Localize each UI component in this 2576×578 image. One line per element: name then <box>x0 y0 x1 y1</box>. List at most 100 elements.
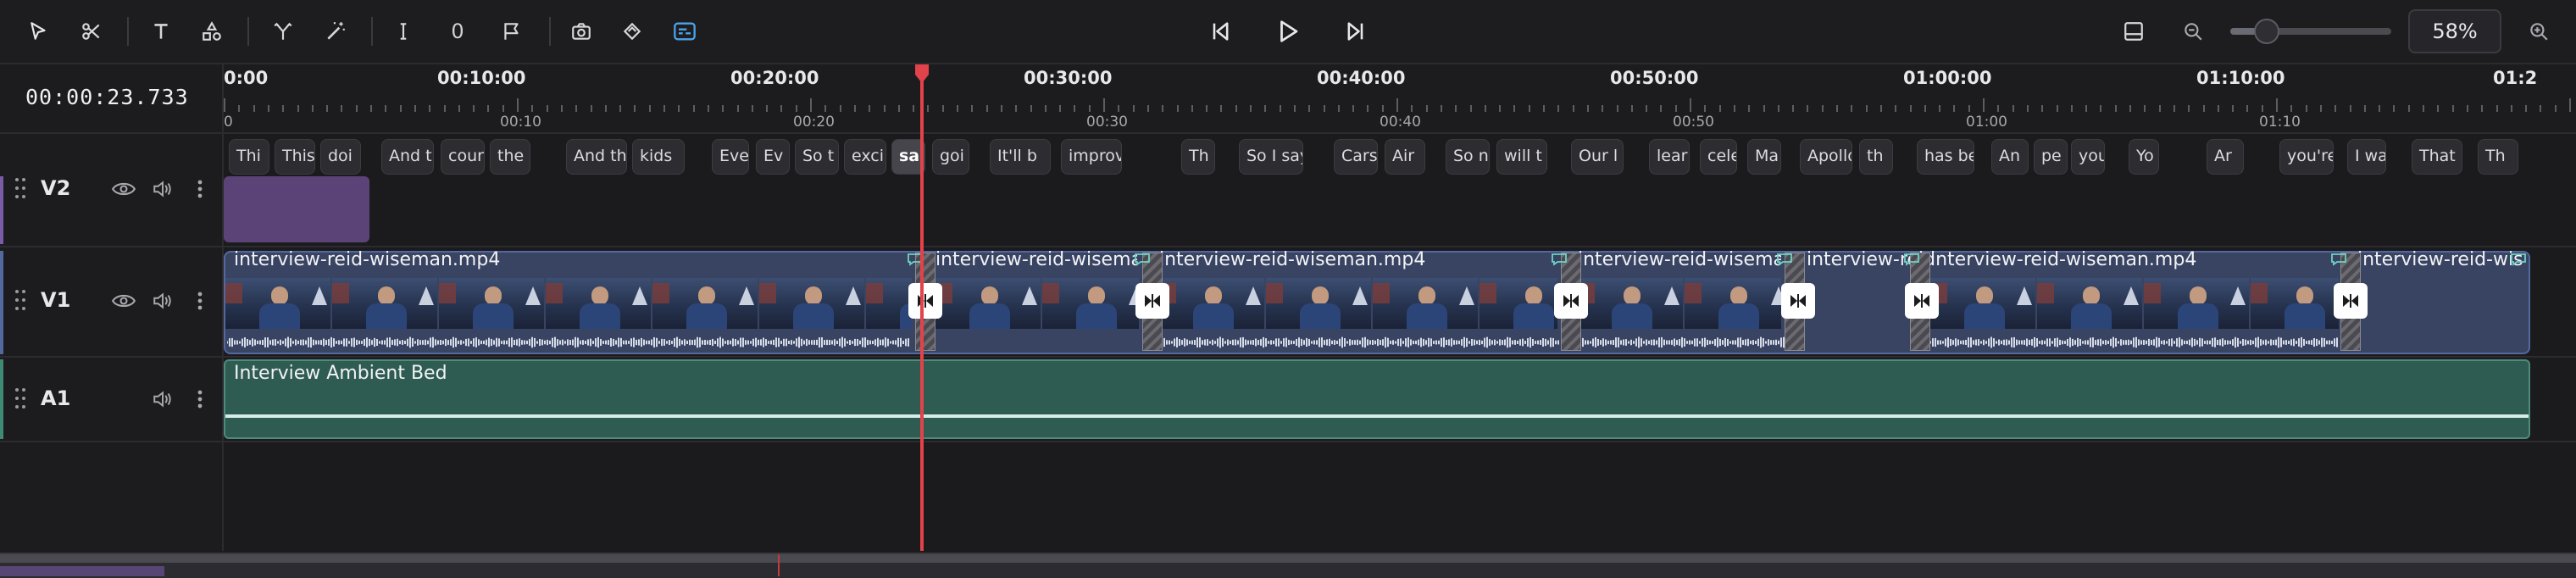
camera-icon[interactable] <box>564 14 598 48</box>
scissors-icon[interactable] <box>75 14 108 48</box>
caption-chip[interactable]: So I say <box>1239 139 1303 175</box>
v2-volume-icon[interactable] <box>149 176 176 202</box>
caption-chip[interactable]: Eve <box>712 139 749 175</box>
video-thumbnail <box>1373 278 1478 329</box>
caption-chip[interactable]: And th <box>566 139 627 175</box>
caption-chip[interactable]: the <box>490 139 530 175</box>
v2-visibility-eye-icon[interactable] <box>110 176 137 202</box>
caption-chip[interactable]: So t <box>795 139 839 175</box>
caption-chip[interactable]: Our l <box>1571 139 1624 175</box>
caption-chip[interactable]: So n <box>1446 139 1490 175</box>
caption-chip[interactable]: Ev <box>756 139 790 175</box>
ruler-tick <box>1630 105 1633 112</box>
video-thumbnail <box>759 278 864 329</box>
caption-chip[interactable]: th <box>1859 139 1893 175</box>
caption-chip[interactable]: doi <box>320 139 361 175</box>
caption-chip[interactable]: kids <box>632 139 685 175</box>
caption-chip[interactable]: Thi <box>229 139 269 175</box>
caption-chip[interactable]: This <box>275 139 315 175</box>
caption-chip[interactable]: exci <box>844 139 886 175</box>
v1-volume-icon[interactable] <box>149 288 176 314</box>
caption-chip[interactable]: Ar <box>2207 139 2244 175</box>
transition-bowtie-icon[interactable] <box>1135 283 1169 319</box>
ruler-tick <box>1484 105 1486 112</box>
caption-chip[interactable]: you're <box>2279 139 2334 175</box>
caption-chip[interactable]: That <box>2412 139 2462 175</box>
captions-icon[interactable] <box>668 14 702 48</box>
ruler-tick <box>824 105 827 112</box>
transition-bowtie-icon[interactable] <box>2334 283 2368 319</box>
ruler-tick <box>780 105 783 112</box>
caption-chip[interactable]: lear <box>1649 139 1690 175</box>
v2-drag-handle-icon[interactable] <box>15 178 27 200</box>
transition-bowtie-icon[interactable] <box>1781 283 1815 319</box>
v2-more-icon[interactable] <box>192 176 208 202</box>
zoom-slider-thumb[interactable] <box>2254 19 2279 44</box>
v1-audio-waveform <box>227 336 909 348</box>
transition-bowtie-icon[interactable] <box>1905 283 1939 319</box>
caption-chip[interactable]: cour <box>441 139 485 175</box>
text-cursor-icon[interactable] <box>386 14 420 48</box>
toolbar-divider <box>247 17 249 46</box>
caption-chip[interactable]: Cars <box>1334 139 1378 175</box>
v1-more-icon[interactable] <box>192 288 208 314</box>
split-branch-icon[interactable] <box>266 14 300 48</box>
caption-chip[interactable]: And t <box>381 139 434 175</box>
caption-chip[interactable]: I wa <box>2347 139 2386 175</box>
zoom-out-icon[interactable] <box>2176 14 2210 48</box>
caption-chip[interactable]: goi <box>932 139 969 175</box>
a1-volume-icon[interactable] <box>149 386 176 412</box>
transition-bowtie-icon[interactable] <box>908 283 942 319</box>
row-divider <box>0 246 2576 247</box>
caption-chip[interactable]: cele <box>1700 139 1737 175</box>
magic-wand-icon[interactable] <box>319 14 353 48</box>
caption-chip[interactable]: has be <box>1917 139 1974 175</box>
text-tool-icon[interactable] <box>144 14 178 48</box>
layout-panel-icon[interactable] <box>2117 14 2151 48</box>
caption-chip[interactable]: pe <box>2034 139 2068 175</box>
ruler-tick <box>692 105 695 112</box>
caption-chip[interactable]: Ma <box>1747 139 1781 175</box>
zoom-in-icon[interactable] <box>2522 14 2556 48</box>
ruler-tick <box>619 105 622 112</box>
caption-chip[interactable]: It'll b <box>990 139 1051 175</box>
play-icon[interactable] <box>1271 14 1305 48</box>
select-arrow-icon[interactable] <box>22 14 56 48</box>
caption-chip[interactable]: An <box>1991 139 2029 175</box>
video-thumbnail <box>935 278 1041 329</box>
ruler-tick <box>1660 105 1663 112</box>
scrollbar-thumb[interactable] <box>0 566 164 576</box>
v1-drag-handle-icon[interactable] <box>15 290 27 312</box>
skip-forward-icon[interactable] <box>1339 14 1373 48</box>
transition-bowtie-icon[interactable] <box>1554 283 1588 319</box>
playhead-line[interactable] <box>920 68 924 551</box>
shapes-icon[interactable] <box>195 14 229 48</box>
ruler-tick <box>1191 105 1193 112</box>
caption-chip[interactable]: Th <box>1181 139 1215 175</box>
v1-visibility-eye-icon[interactable] <box>110 288 137 314</box>
ruler-tick <box>1586 105 1589 112</box>
ruler-major-label: 0:00 <box>224 68 269 88</box>
caption-chip[interactable]: Apollo <box>1800 139 1852 175</box>
zoom-percent-field[interactable]: 58% <box>2408 9 2501 53</box>
ruler-tick <box>2540 105 2542 112</box>
caption-chip[interactable]: improv <box>1061 139 1122 175</box>
caption-chip[interactable]: Th <box>2478 139 2518 175</box>
caption-chip[interactable]: Yo <box>2129 139 2159 175</box>
ruler-tick <box>2466 105 2468 112</box>
skip-back-icon[interactable] <box>1203 14 1237 48</box>
playhead-handle-icon[interactable] <box>913 64 930 83</box>
a1-audio-clip[interactable] <box>224 359 2530 439</box>
caption-chip[interactable]: Air <box>1385 139 1425 175</box>
caption-chip[interactable]: will t <box>1496 139 1547 175</box>
ruler-tick <box>941 105 944 112</box>
caption-chip[interactable]: you <box>2071 139 2105 175</box>
v1-track-label: V1 <box>41 288 71 312</box>
a1-more-icon[interactable] <box>192 386 208 412</box>
flag-icon[interactable] <box>495 14 529 48</box>
v2-clip[interactable] <box>224 176 369 242</box>
sticker-icon[interactable] <box>615 14 649 48</box>
zero-counter[interactable]: 0 <box>441 14 475 48</box>
time-ruler[interactable]: 0:00 00:10:00 00:20:00 00:30:00 00:40:00 00:5… <box>224 64 2576 134</box>
a1-drag-handle-icon[interactable] <box>15 388 27 410</box>
